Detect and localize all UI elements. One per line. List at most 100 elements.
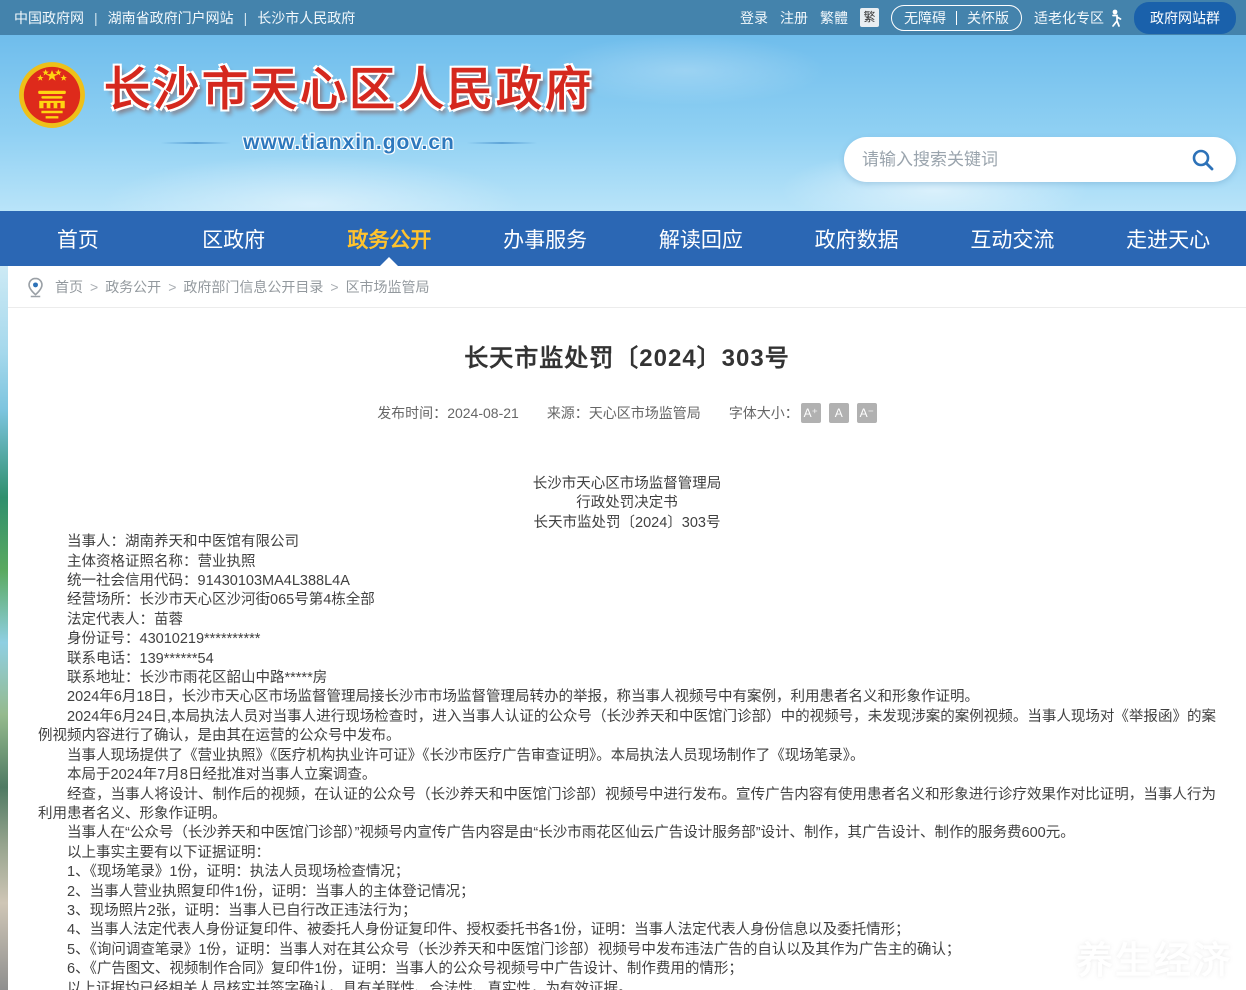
- elderly-person-icon: [1108, 9, 1122, 27]
- site-brand: 长沙市天心区人民政府 www.tianxin.gov.cn: [18, 53, 594, 155]
- document-paragraph: 4、当事人法定代表人身份证复印件、被委托人身份证复印件、授权委托书各1份，证明：…: [38, 921, 1216, 940]
- accessibility-pill: 无障碍 关怀版: [891, 5, 1022, 31]
- document-paragraph: 当事人在“公众号（长沙养天和中医馆门诊部）”视频号内宣传广告内容是由“长沙市雨花…: [38, 824, 1216, 843]
- nav-item[interactable]: 走进天心: [1090, 211, 1246, 266]
- font-size-buttons: A⁺ A A⁻: [801, 403, 877, 423]
- care-version-link[interactable]: 关怀版: [967, 8, 1009, 28]
- nav-item-label: 政府数据: [815, 224, 899, 254]
- document-body: 长沙市天心区市场监督管理局 行政处罚决定书 长天市监处罚〔2024〕303号 当…: [8, 475, 1246, 990]
- site-url: www.tianxin.gov.cn: [243, 131, 455, 155]
- breadcrumb: 首页 > 政务公开 > 政府部门信息公开目录 > 区市场监管局: [8, 266, 1246, 308]
- document-paragraph: 2、当事人营业执照复印件1份，证明：当事人的主体登记情况；: [38, 883, 1216, 902]
- topbar-left-links: 中国政府网 | 湖南省政府门户网站 | 长沙市人民政府: [14, 8, 375, 28]
- site-header: 长沙市天心区人民政府 www.tianxin.gov.cn: [0, 35, 1246, 211]
- breadcrumb-link[interactable]: 政务公开: [105, 277, 161, 297]
- publish-time-label: 发布时间：: [377, 403, 447, 423]
- font-size-label: 字体大小：: [729, 403, 799, 423]
- nav-item[interactable]: 政府数据: [779, 211, 935, 266]
- government-site-group-button[interactable]: 政府网站群: [1134, 2, 1236, 34]
- brand-text: 长沙市天心区人民政府 www.tianxin.gov.cn: [104, 53, 594, 155]
- document-paragraph: 1、《现场笔录》1份，证明：执法人员现场检查情况；: [38, 863, 1216, 882]
- document-paragraphs: 当事人：湖南养天和中医馆有限公司 主体资格证照名称：营业执照 统一社会信用代码：…: [38, 533, 1216, 990]
- accessibility-link[interactable]: 无障碍: [904, 8, 946, 28]
- source-label: 来源：: [547, 403, 589, 423]
- topbar-link[interactable]: 长沙市人民政府: [257, 8, 355, 28]
- document-paragraph: 2024年6月24日,本局执法人员对当事人进行现场检查时，进入当事人认证的公众号…: [38, 708, 1216, 747]
- search-box: [844, 137, 1236, 182]
- breadcrumb-separator: >: [330, 279, 338, 295]
- document-paragraph: 法定代表人：苗蓉: [38, 611, 1216, 630]
- font-size-button[interactable]: A⁺: [801, 403, 821, 423]
- document-paragraph: 经营场所：长沙市天心区沙河街065号第4栋全部: [38, 591, 1216, 610]
- document-heading-line: 长沙市天心区市场监督管理局: [38, 475, 1216, 494]
- site-title: 长沙市天心区人民政府: [104, 53, 594, 119]
- document-paragraph: 5、《询问调查笔录》1份，证明：当事人对在其公众号（长沙养天和中医馆门诊部）视频…: [38, 941, 1216, 960]
- register-link[interactable]: 注册: [780, 8, 808, 28]
- background-image-strip: [0, 266, 8, 990]
- nav-item[interactable]: 解读回应: [623, 211, 779, 266]
- breadcrumb-link[interactable]: 区市场监管局: [346, 277, 430, 297]
- search-button[interactable]: [1188, 145, 1218, 175]
- url-decorative-line: [467, 142, 537, 144]
- document-paragraph: 联系电话：139******54: [38, 650, 1216, 669]
- source-value: 天心区市场监管局: [589, 403, 701, 423]
- topbar-separator: |: [244, 10, 248, 26]
- traditional-toggle-icon[interactable]: 繁: [860, 8, 879, 27]
- url-decorative-line: [161, 142, 231, 144]
- elderly-zone-label: 适老化专区: [1034, 8, 1104, 28]
- document-paragraph: 以上证据均已经相关人员核实并签字确认，具有关联性、合法性、真实性，为有效证据。: [38, 980, 1216, 990]
- nav-item-label: 走进天心: [1126, 224, 1210, 254]
- location-pin-icon: [26, 276, 45, 298]
- nav-item-label: 解读回应: [659, 224, 743, 254]
- breadcrumb-separator: >: [90, 279, 98, 295]
- document-heading: 长沙市天心区市场监督管理局 行政处罚决定书 长天市监处罚〔2024〕303号: [38, 475, 1216, 533]
- nav-item-label: 区政府: [202, 224, 265, 254]
- traditional-chinese-link[interactable]: 繁體: [820, 8, 848, 28]
- breadcrumb-link[interactable]: 首页: [55, 277, 83, 297]
- nav-item-label: 政务公开: [347, 224, 431, 254]
- source: 来源： 天心区市场监管局: [547, 403, 701, 423]
- nav-item-label: 办事服务: [503, 224, 587, 254]
- breadcrumb-items: 首页 > 政务公开 > 政府部门信息公开目录 > 区市场监管局: [55, 277, 444, 297]
- article-meta: 发布时间： 2024-08-21 来源： 天心区市场监管局 字体大小： A⁺ A…: [8, 403, 1246, 423]
- publish-time: 发布时间： 2024-08-21: [377, 403, 519, 423]
- topbar-separator: |: [94, 10, 98, 26]
- top-utility-bar: 中国政府网 | 湖南省政府门户网站 | 长沙市人民政府 登录 注册 繁體 繁: [0, 0, 1246, 35]
- page-title: 长天市监处罚〔2024〕303号: [8, 338, 1246, 373]
- national-emblem-icon: [18, 61, 86, 129]
- topbar-link[interactable]: 中国政府网: [14, 8, 84, 28]
- page: 中国政府网 | 湖南省政府门户网站 | 长沙市人民政府 登录 注册 繁體 繁: [0, 0, 1246, 990]
- publish-time-value: 2024-08-21: [447, 405, 519, 421]
- document-paragraph: 2024年6月18日，长沙市天心区市场监督管理局接长沙市市场监督管理局转办的举报…: [38, 688, 1216, 707]
- search-icon: [1191, 148, 1215, 172]
- document-paragraph: 身份证号：43010219**********: [38, 630, 1216, 649]
- font-size-button[interactable]: A⁻: [857, 403, 877, 423]
- nav-item-label: 互动交流: [970, 224, 1054, 254]
- login-link[interactable]: 登录: [740, 8, 768, 28]
- elderly-zone-link[interactable]: 适老化专区: [1034, 8, 1122, 28]
- document-paragraph: 主体资格证照名称：营业执照: [38, 553, 1216, 572]
- nav-item[interactable]: 办事服务: [467, 211, 623, 266]
- nav-item[interactable]: 首页: [0, 211, 156, 266]
- nav-item[interactable]: 互动交流: [935, 211, 1091, 266]
- nav-item[interactable]: 区政府: [156, 211, 312, 266]
- topbar-link[interactable]: 湖南省政府门户网站: [108, 8, 234, 28]
- document-heading-line: 长天市监处罚〔2024〕303号: [38, 514, 1216, 533]
- site-url-row: www.tianxin.gov.cn: [104, 131, 594, 155]
- nav-item[interactable]: 政务公开: [312, 211, 468, 266]
- document-paragraph: 经查，当事人将设计、制作后的视频，在认证的公众号（长沙养天和中医馆门诊部）视频号…: [38, 786, 1216, 825]
- document-paragraph: 统一社会信用代码：91430103MA4L388L4A: [38, 572, 1216, 591]
- document-paragraph: 3、现场照片2张，证明：当事人已自行改正违法行为；: [38, 902, 1216, 921]
- main-nav: 首页 区政府 政务公开 办事服务 解读回应 政府数据 互动交流: [0, 211, 1246, 266]
- breadcrumb-link[interactable]: 政府部门信息公开目录: [183, 277, 323, 297]
- breadcrumb-separator: >: [168, 279, 176, 295]
- search-input[interactable]: [862, 150, 1188, 170]
- document-paragraph: 本局于2024年7月8日经批准对当事人立案调查。: [38, 766, 1216, 785]
- document-paragraph: 联系地址：长沙市雨花区韶山中路*****房: [38, 669, 1216, 688]
- font-size-button[interactable]: A: [829, 403, 849, 423]
- document-paragraph: 6、《广告图文、视频制作合同》复印件1份，证明：当事人的公众号视频号中广告设计、…: [38, 960, 1216, 979]
- font-size-control: 字体大小： A⁺ A A⁻: [729, 403, 877, 423]
- pill-divider: [956, 11, 957, 25]
- document-paragraph: 以上事实主要有以下证据证明：: [38, 844, 1216, 863]
- article-content: 长天市监处罚〔2024〕303号 发布时间： 2024-08-21 来源： 天心…: [8, 308, 1246, 990]
